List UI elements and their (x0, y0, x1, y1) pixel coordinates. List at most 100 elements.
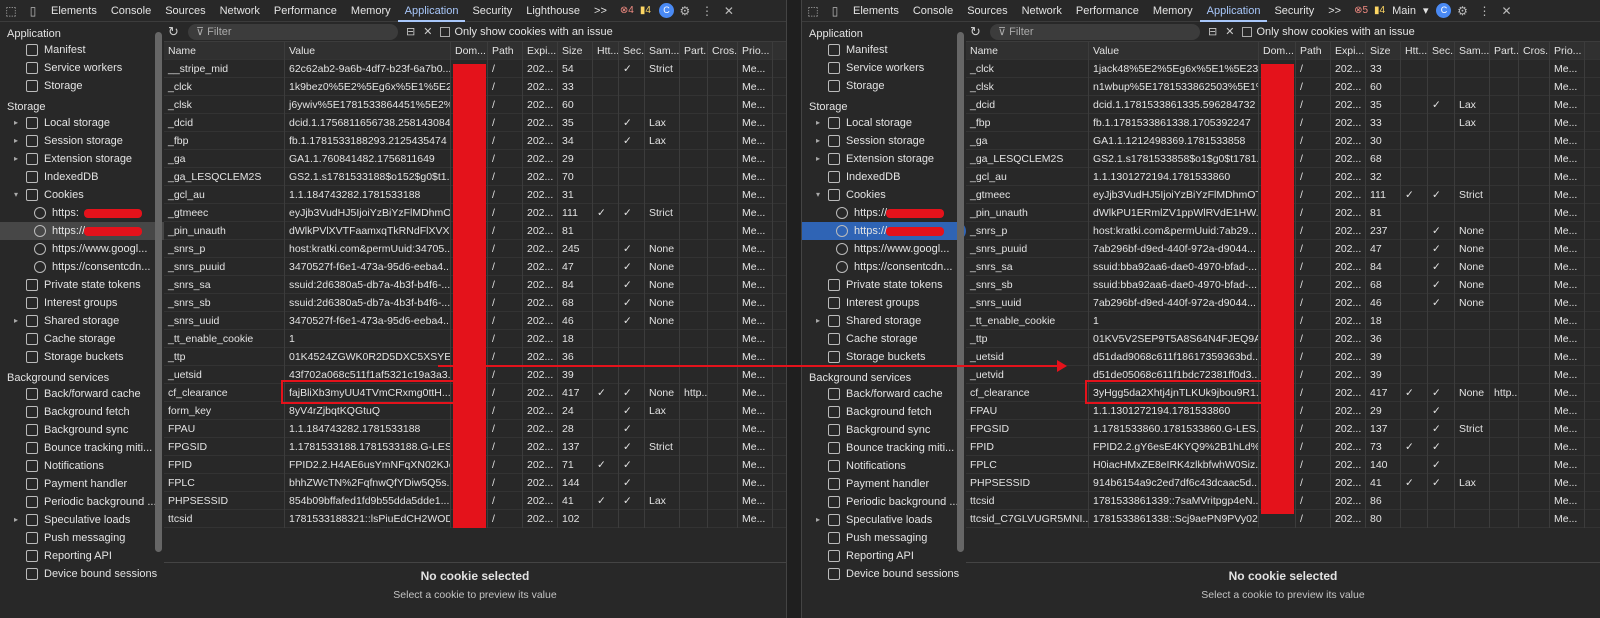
sidebar-item-background-fetch[interactable]: Background fetch (802, 403, 966, 421)
error-count-badge[interactable]: ⊗5 (1354, 5, 1368, 16)
expand-arrow-icon[interactable]: ▸ (14, 132, 18, 150)
sidebar-item-private-state-tokens[interactable]: Private state tokens (0, 276, 164, 294)
sidebar-item-indexeddb[interactable]: IndexedDB (0, 168, 164, 186)
sidebar-item-notifications[interactable]: Notifications (802, 457, 966, 475)
column-header[interactable]: Name (966, 42, 1089, 60)
column-header[interactable]: Name (164, 42, 285, 60)
tab-lighthouse[interactable]: Lighthouse (519, 0, 587, 22)
delete-icon[interactable]: ✕ (1225, 25, 1234, 38)
sidebar-item-interest-groups[interactable]: Interest groups (0, 294, 164, 312)
only-issue-checkbox[interactable] (1242, 26, 1253, 37)
tab-application[interactable]: Application (1199, 0, 1268, 22)
sidebar-item-notifications[interactable]: Notifications (0, 457, 164, 475)
tab-performance[interactable]: Performance (267, 0, 344, 22)
sidebar-item-cookie-site-2[interactable]: https://www.googl... (802, 240, 966, 258)
filter-input[interactable]: ⊽ Filter (990, 23, 1200, 40)
kebab-menu-icon[interactable]: ⋮ (1473, 4, 1495, 18)
column-header[interactable]: Htt... (593, 42, 619, 60)
column-header[interactable]: Sec... (1428, 42, 1455, 60)
sidebar-item-service-workers[interactable]: Service workers (0, 59, 164, 77)
clear-filtered-icon[interactable]: ⊟ (406, 25, 415, 38)
sidebar-item-device-bound-sessions[interactable]: Device bound sessions (0, 565, 164, 583)
sidebar-item-bounce-tracking-miti[interactable]: Bounce tracking miti... (802, 439, 966, 457)
tab-network[interactable]: Network (1015, 0, 1069, 22)
sidebar-item-cookie-site-0[interactable]: https: (0, 204, 164, 222)
sidebar-item-manifest[interactable]: Manifest (802, 41, 966, 59)
column-header[interactable]: Expi... (1331, 42, 1366, 60)
device-toolbar-icon[interactable]: ▯ (824, 4, 846, 18)
sidebar-item-shared-storage[interactable]: ▸ Shared storage (0, 312, 164, 330)
expand-arrow-icon[interactable]: ▸ (14, 114, 18, 132)
sidebar-item-speculative-loads[interactable]: ▸ Speculative loads (802, 511, 966, 529)
sidebar-item-manifest[interactable]: Manifest (0, 41, 164, 59)
sidebar-item-cache-storage[interactable]: Cache storage (0, 330, 164, 348)
sidebar-item-back-forward-cache[interactable]: Back/forward cache (802, 385, 966, 403)
inspect-element-icon[interactable]: ⬚ (802, 4, 824, 18)
tab-sources[interactable]: Sources (960, 0, 1014, 22)
gear-icon[interactable]: ⚙ (674, 4, 696, 18)
sidebar-item-local-storage[interactable]: ▸ Local storage (0, 114, 164, 132)
sidebar-item-payment-handler[interactable]: Payment handler (0, 475, 164, 493)
kebab-menu-icon[interactable]: ⋮ (696, 4, 718, 18)
expand-arrow-icon[interactable]: ▸ (14, 312, 18, 330)
sidebar-item-background-fetch[interactable]: Background fetch (0, 403, 164, 421)
expand-arrow-icon[interactable]: ▾ (816, 186, 820, 204)
column-header[interactable]: Size (1366, 42, 1401, 60)
sidebar-item-session-storage[interactable]: ▸ Session storage (802, 132, 966, 150)
tab-network[interactable]: Network (213, 0, 267, 22)
sidebar-item-cookie-site-3[interactable]: https://consentcdn... (802, 258, 966, 276)
sidebar-item-device-bound-sessions[interactable]: Device bound sessions (802, 565, 966, 583)
column-header[interactable]: Htt... (1401, 42, 1428, 60)
column-header[interactable]: Dom... (1259, 42, 1296, 60)
inspect-element-icon[interactable]: ⬚ (0, 4, 22, 18)
tab-security[interactable]: Security (465, 0, 519, 22)
sidebar-item-background-sync[interactable]: Background sync (802, 421, 966, 439)
tab-security[interactable]: Security (1267, 0, 1321, 22)
column-header[interactable]: Cros... (708, 42, 738, 60)
sidebar-item-private-state-tokens[interactable]: Private state tokens (802, 276, 966, 294)
column-header[interactable]: Part... (680, 42, 708, 60)
sidebar-item-payment-handler[interactable]: Payment handler (802, 475, 966, 493)
gear-icon[interactable]: ⚙ (1451, 4, 1473, 18)
expand-arrow-icon[interactable]: ▾ (14, 186, 18, 204)
sidebar-item-storage-buckets[interactable]: Storage buckets (0, 348, 164, 366)
column-header[interactable]: Prio... (1550, 42, 1585, 60)
tab-performance[interactable]: Performance (1069, 0, 1146, 22)
sidebar-item-interest-groups[interactable]: Interest groups (802, 294, 966, 312)
target-selector[interactable]: Main (1385, 0, 1423, 22)
expand-arrow-icon[interactable]: ▸ (14, 150, 18, 168)
sidebar-item-reporting-api[interactable]: Reporting API (802, 547, 966, 565)
column-header[interactable]: Size (558, 42, 593, 60)
sidebar-item-cache-storage[interactable]: Cache storage (802, 330, 966, 348)
sidebar-item-reporting-api[interactable]: Reporting API (0, 547, 164, 565)
column-header[interactable]: Path (488, 42, 523, 60)
pane-divider[interactable] (786, 0, 802, 618)
column-header[interactable]: Part... (1490, 42, 1519, 60)
column-header[interactable]: Prio... (738, 42, 773, 60)
more-tabs-button[interactable]: >> (1321, 0, 1348, 22)
tab-sources[interactable]: Sources (158, 0, 212, 22)
sidebar-item-push-messaging[interactable]: Push messaging (0, 529, 164, 547)
tab-application[interactable]: Application (397, 0, 466, 22)
sidebar-item-service-workers[interactable]: Service workers (802, 59, 966, 77)
sidebar-item-indexeddb[interactable]: IndexedDB (802, 168, 966, 186)
sidebar-scrollbar[interactable] (957, 32, 964, 552)
sidebar-item-speculative-loads[interactable]: ▸ Speculative loads (0, 511, 164, 529)
sidebar-item-periodic-background[interactable]: Periodic background ... (802, 493, 966, 511)
warning-count-badge[interactable]: ▮4 (640, 5, 651, 16)
tab-memory[interactable]: Memory (344, 0, 398, 22)
sidebar-item-local-storage[interactable]: ▸ Local storage (802, 114, 966, 132)
sidebar-item-cookies[interactable]: ▾ Cookies (802, 186, 966, 204)
delete-icon[interactable]: ✕ (423, 25, 432, 38)
sidebar-item-extension-storage[interactable]: ▸ Extension storage (802, 150, 966, 168)
tab-memory[interactable]: Memory (1146, 0, 1200, 22)
sidebar-item-cookie-site-1[interactable]: https://ms (802, 222, 966, 240)
warning-count-badge[interactable]: ▮4 (1374, 5, 1385, 16)
sidebar-item-cookie-site-0[interactable]: https:// (802, 204, 966, 222)
clear-filtered-icon[interactable]: ⊟ (1208, 25, 1217, 38)
column-header[interactable]: Path (1296, 42, 1331, 60)
refresh-icon[interactable]: ↻ (970, 24, 990, 40)
expand-arrow-icon[interactable]: ▸ (816, 114, 820, 132)
sidebar-item-push-messaging[interactable]: Push messaging (802, 529, 966, 547)
sidebar-item-storage[interactable]: Storage (802, 77, 966, 95)
